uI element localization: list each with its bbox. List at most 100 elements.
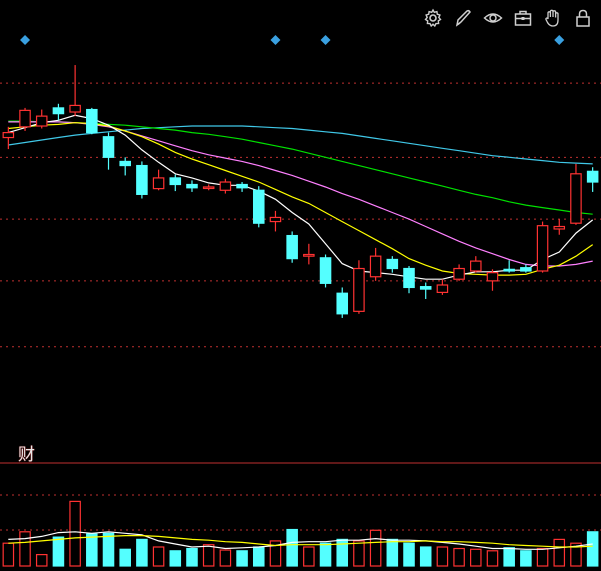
candle-body (520, 267, 532, 272)
candle-body (536, 225, 549, 272)
volume-bar (136, 538, 148, 567)
volume-bar (403, 542, 415, 567)
candle (119, 157, 131, 176)
candlesticks (2, 65, 599, 318)
volume-bar (419, 546, 432, 567)
volume-bar (69, 500, 81, 567)
candle (219, 178, 232, 194)
candle (169, 174, 182, 192)
volume-bar (2, 542, 15, 567)
volume-bar (152, 546, 165, 567)
candle (403, 266, 415, 294)
volume-bar (386, 538, 399, 567)
lock-button[interactable] (569, 6, 597, 30)
candle-body (19, 109, 31, 128)
gear-icon (424, 8, 442, 28)
toolbox-icon (514, 10, 532, 26)
volume-bar (353, 540, 365, 567)
candle (536, 221, 549, 273)
volume-bar (236, 550, 248, 567)
volume-bar (102, 532, 115, 567)
candle-body (152, 177, 165, 190)
ma10-line (8, 122, 594, 276)
candle-body (336, 292, 349, 315)
candle (586, 167, 599, 192)
volume-bar (86, 533, 98, 567)
candle-body (136, 164, 148, 195)
candle-body (419, 286, 432, 290)
candle-body (286, 234, 298, 260)
volume-bar (319, 542, 332, 567)
event-marker (554, 35, 565, 45)
visibility-button[interactable] (479, 6, 507, 30)
kline-chart[interactable] (0, 0, 601, 571)
candle-body (186, 183, 198, 189)
pan-button[interactable] (539, 6, 567, 30)
volume-bar (35, 553, 48, 567)
candle-body (303, 253, 315, 257)
volume-bar (436, 546, 449, 567)
candle-body (86, 108, 98, 134)
candle-body (219, 181, 232, 191)
candle-body (102, 136, 115, 158)
candle (152, 169, 165, 191)
candle (69, 65, 81, 117)
draw-button[interactable] (449, 6, 477, 30)
candle-body (403, 267, 415, 289)
volume-bar (553, 538, 566, 567)
candle (102, 132, 115, 170)
volume-bar (169, 550, 182, 567)
volume-bar (252, 546, 265, 567)
volume-bar (369, 529, 382, 567)
candle (319, 254, 332, 288)
volume-bar (303, 546, 315, 567)
candle (286, 231, 298, 263)
volume-bar (202, 544, 215, 567)
volume-bar (536, 547, 549, 567)
candle (436, 279, 449, 295)
candle (369, 247, 382, 281)
volume-bar (503, 547, 515, 567)
candle (269, 210, 282, 232)
grid-layer (0, 82, 601, 531)
candle-body (252, 189, 265, 224)
candle-body (586, 170, 599, 183)
candle-body (35, 115, 48, 127)
pen-icon (455, 9, 471, 27)
volume-bar (286, 528, 298, 567)
candle-body (236, 183, 248, 189)
settings-button[interactable] (419, 6, 447, 30)
candle (353, 260, 365, 314)
candle (570, 163, 582, 225)
candle-body (202, 186, 215, 190)
candle-body (119, 160, 131, 167)
candle (2, 126, 15, 150)
candle-body (369, 255, 382, 278)
volume-bar (186, 547, 198, 567)
candle (86, 107, 98, 135)
candle (136, 161, 148, 199)
candle-body (69, 104, 81, 113)
lock-icon (576, 9, 590, 27)
hand-icon (545, 9, 559, 27)
candle (486, 269, 499, 291)
event-marker (270, 35, 281, 45)
sub-panel-label: 财 (18, 445, 35, 465)
candle (553, 219, 566, 235)
ma20-line (8, 121, 593, 267)
candle (186, 180, 198, 192)
toolbox-button[interactable] (509, 6, 537, 30)
candle-body (52, 107, 65, 115)
moving-averages (8, 114, 594, 280)
volume-bar (19, 531, 31, 567)
candle-body (169, 177, 182, 186)
volume-bar (119, 548, 131, 567)
event-marker (320, 35, 331, 45)
candle (386, 256, 399, 273)
ma5-line (8, 114, 594, 280)
chart-toolbar (419, 6, 597, 30)
candle-body (2, 132, 15, 139)
volume-bar (52, 536, 65, 567)
candle (202, 184, 215, 191)
candle-body (386, 258, 399, 270)
